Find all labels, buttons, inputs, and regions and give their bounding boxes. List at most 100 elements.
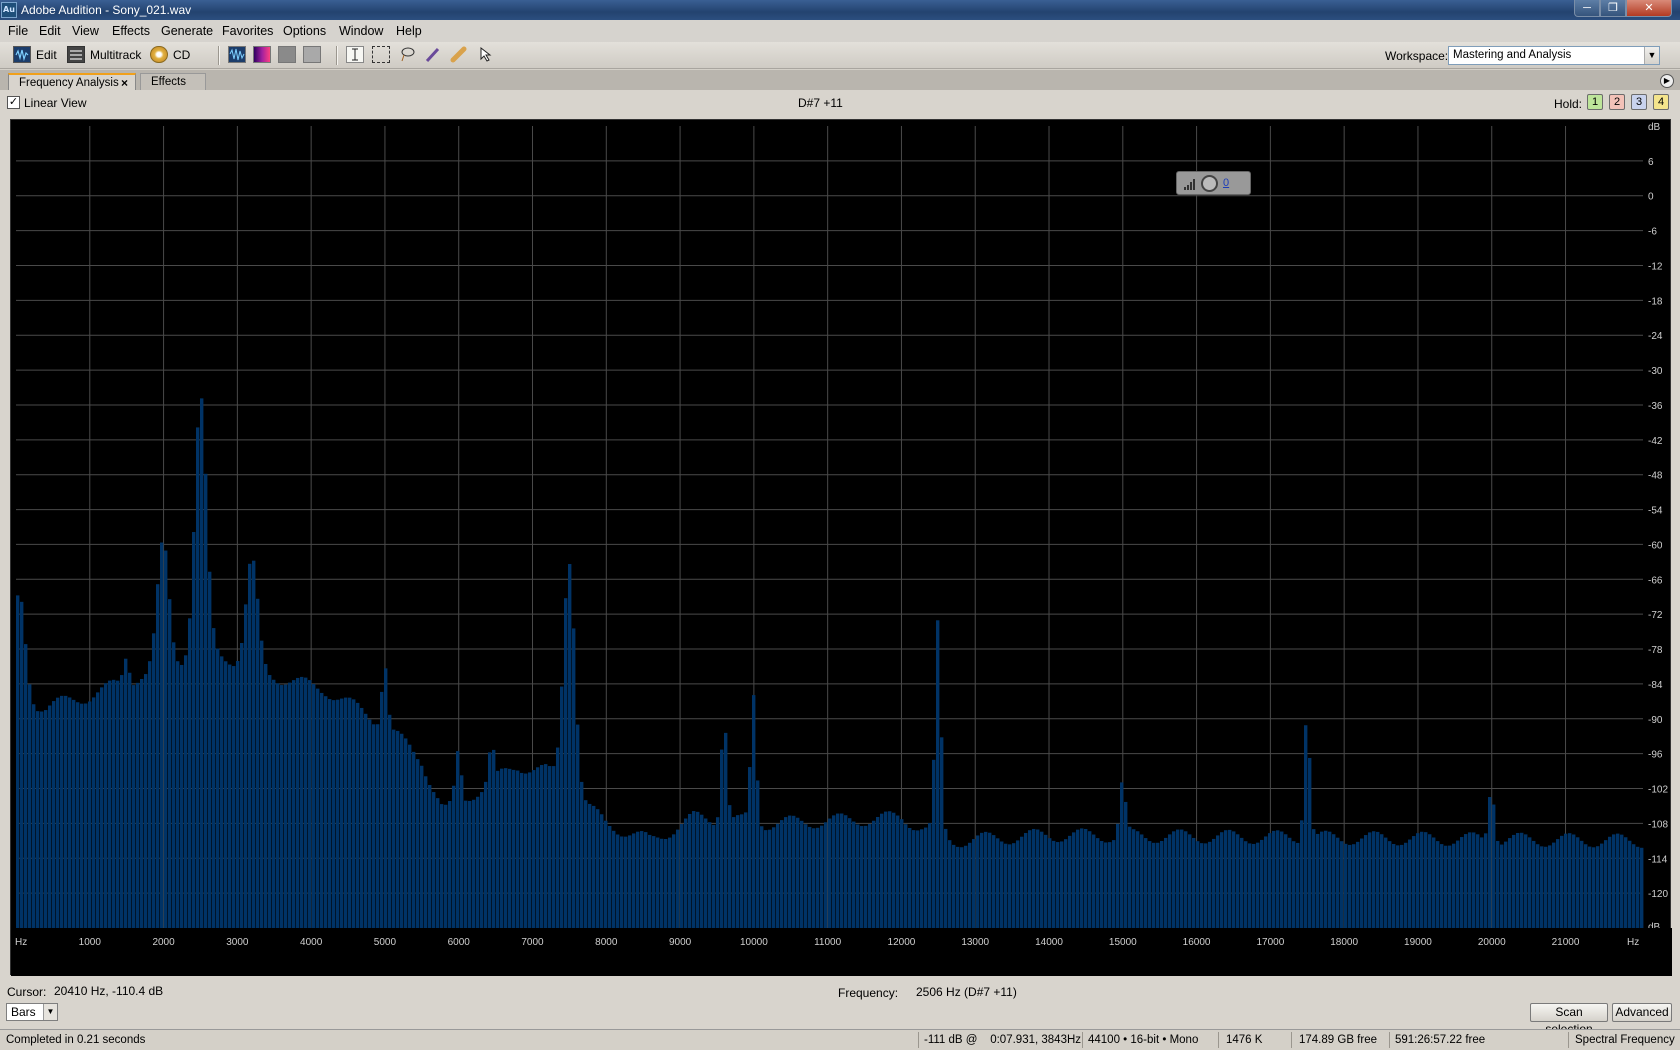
workspace-dropdown[interactable]: Mastering and Analysis ▼	[1448, 46, 1660, 65]
spectral-phase-icon[interactable]	[303, 46, 321, 63]
waveform-display-icon[interactable]	[228, 46, 246, 63]
spectral-display-icon[interactable]	[253, 46, 271, 63]
x-tick-label: 17000	[1256, 937, 1284, 948]
spot-healing-brush-icon[interactable]	[450, 46, 468, 63]
spectrum-bar	[324, 696, 328, 928]
spectrum-bar	[1000, 841, 1004, 928]
spectrum-bar	[428, 784, 432, 928]
scan-selection-button[interactable]: Scan selection	[1530, 1003, 1608, 1036]
spectrum-bar	[1256, 842, 1260, 928]
workspace-label: Workspace:	[1385, 49, 1449, 63]
close-icon[interactable]: ×	[121, 76, 128, 90]
gain-control[interactable]: 0	[1176, 171, 1251, 195]
spectrum-bar	[1268, 833, 1272, 928]
edit-view-icon[interactable]	[13, 46, 31, 63]
status-divider	[1568, 1032, 1569, 1048]
menu-edit[interactable]: Edit	[39, 24, 61, 38]
x-tick-label: 18000	[1330, 937, 1358, 948]
spectrum-bar	[556, 747, 560, 928]
spectrum-bar	[1392, 843, 1396, 928]
spectrum-bar	[1108, 842, 1112, 928]
menu-help[interactable]: Help	[396, 24, 422, 38]
x-tick-label: 12000	[888, 937, 916, 948]
spectrum-bar	[1320, 831, 1324, 928]
menu-options[interactable]: Options	[283, 24, 326, 38]
cd-view-button[interactable]: CD	[173, 48, 190, 62]
spectrum-bar	[540, 765, 544, 928]
chevron-down-icon[interactable]: ▼	[1644, 47, 1659, 64]
spectrum-bar	[1252, 843, 1256, 928]
menu-favorites[interactable]: Favorites	[222, 24, 273, 38]
spectrum-bar	[1196, 841, 1200, 928]
display-mode-dropdown[interactable]: Bars ▼	[6, 1003, 58, 1021]
spectrum-bar	[36, 711, 40, 928]
multitrack-view-button[interactable]: Multitrack	[90, 48, 141, 62]
close-button[interactable]: ✕	[1626, 0, 1672, 17]
spectrum-bar	[208, 571, 212, 928]
spectrum-bar	[1036, 829, 1040, 928]
spectrum-bar	[116, 680, 120, 928]
status-completed: Completed in 0.21 seconds	[6, 1034, 146, 1046]
spectrum-bar	[1284, 834, 1288, 928]
linear-view-checkbox[interactable]: ✓	[7, 96, 20, 109]
spectrum-bar	[464, 800, 468, 928]
spectrum-bar	[692, 811, 696, 928]
frequency-spectrum-chart[interactable]: 6 0 -6 -12 -18 -24 -30 -36 -42 -48 -54 -60 -66 -72 -78…	[11, 120, 1672, 976]
spectral-pan-icon[interactable]	[278, 46, 296, 63]
spectrum-bar	[532, 770, 536, 928]
hybrid-tool-icon[interactable]	[478, 46, 496, 63]
spectrum-bar	[200, 398, 204, 928]
menu-file[interactable]: File	[8, 24, 28, 38]
hold-1-button[interactable]: 1	[1587, 94, 1603, 110]
cd-view-icon[interactable]	[150, 46, 168, 63]
multitrack-view-icon[interactable]	[67, 46, 85, 63]
spectrum-bar	[1096, 838, 1100, 928]
menu-view[interactable]: View	[72, 24, 99, 38]
menu-effects[interactable]: Effects	[112, 24, 150, 38]
spectrum-bar	[976, 835, 980, 928]
spectrum-bar	[1092, 834, 1096, 928]
spectrum-bar	[440, 804, 444, 928]
lasso-tool-icon[interactable]	[398, 46, 416, 63]
menu-generate[interactable]: Generate	[161, 24, 213, 38]
spectrum-bar	[408, 744, 412, 928]
y-tick-label: -120	[1648, 889, 1668, 900]
panel-menu-icon[interactable]: ▶	[1660, 74, 1674, 88]
menu-bar: File Edit View Effects Generate Favorite…	[0, 20, 1680, 42]
hold-2-button[interactable]: 2	[1609, 94, 1625, 110]
advanced-button[interactable]: Advanced	[1612, 1003, 1672, 1022]
spectrum-bar	[432, 792, 436, 928]
chevron-down-icon[interactable]: ▼	[43, 1004, 57, 1020]
tab-effects[interactable]: Effects	[140, 73, 206, 90]
gain-value[interactable]: 0	[1223, 177, 1229, 189]
spectrum-bar	[1072, 832, 1076, 928]
spectrum-bar	[1068, 835, 1072, 928]
marquee-tool-icon[interactable]	[372, 46, 390, 63]
spectrum-bar	[1236, 834, 1240, 928]
y-tick-label: -102	[1648, 785, 1668, 796]
time-selection-tool-icon[interactable]	[346, 46, 364, 63]
brush-tool-icon[interactable]	[424, 46, 442, 63]
spectrum-bar	[688, 813, 692, 928]
spectrum-bar	[1288, 837, 1292, 928]
spectrum-bar	[624, 836, 628, 928]
maximize-button[interactable]: ❐	[1600, 0, 1626, 17]
frequency-graph[interactable]: 6 0 -6 -12 -18 -24 -30 -36 -42 -48 -54 -60 -66 -72 -78…	[10, 119, 1672, 976]
tab-frequency-analysis[interactable]: Frequency Analysis ×	[8, 73, 136, 90]
gain-knob-icon[interactable]	[1201, 175, 1218, 192]
spectrum-bar	[536, 767, 540, 928]
spectrum-bar	[1144, 838, 1148, 928]
minimize-button[interactable]: ─	[1574, 0, 1600, 17]
spectrum-bar	[672, 834, 676, 928]
spectrum-bar	[1124, 801, 1128, 928]
spectrum-bar	[1604, 840, 1608, 928]
spectrum-bar	[1492, 804, 1496, 928]
spectrum-bar	[1588, 846, 1592, 928]
edit-view-button[interactable]: Edit	[36, 48, 57, 62]
spectrum-bar	[608, 825, 612, 928]
menu-window[interactable]: Window	[339, 24, 383, 38]
spectrum-bar	[1536, 844, 1540, 928]
hold-4-button[interactable]: 4	[1653, 94, 1669, 110]
hold-3-button[interactable]: 3	[1631, 94, 1647, 110]
panel-tab-strip: Frequency Analysis × Effects	[0, 70, 1680, 90]
